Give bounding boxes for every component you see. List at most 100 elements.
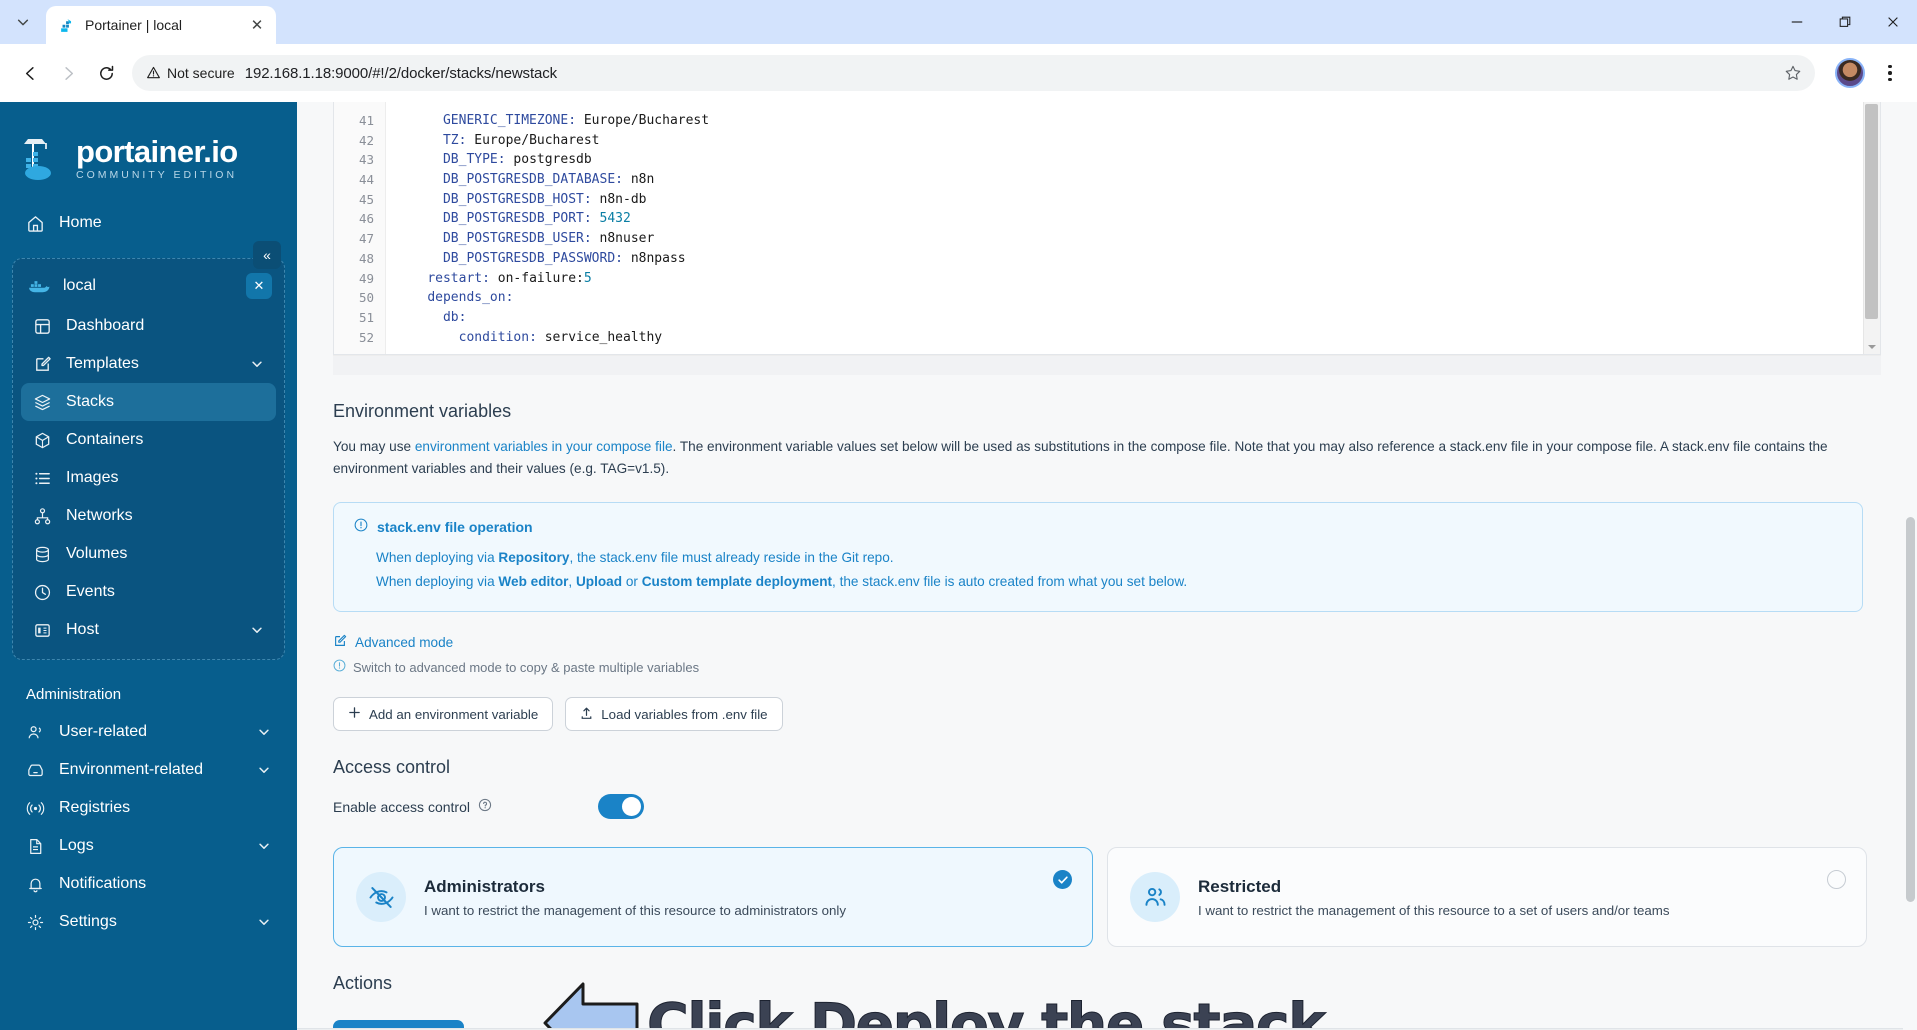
sidebar-item-label: Settings: [59, 913, 117, 930]
sidebar-item-containers[interactable]: Containers: [21, 421, 276, 459]
page-scrollbar[interactable]: [1903, 102, 1917, 1030]
sidebar-item-label: Dashboard: [66, 317, 145, 334]
sidebar-item-label: Registries: [59, 799, 131, 816]
compose-env-vars-link[interactable]: environment variables in your compose fi…: [415, 439, 673, 454]
sidebar-item-label: Images: [66, 469, 119, 486]
access-option-description: I want to restrict the management of thi…: [424, 902, 846, 918]
reload-button[interactable]: [88, 55, 124, 91]
browser-tab-strip: Portainer | local ✕: [0, 0, 1917, 44]
info-circle-icon: [333, 659, 346, 675]
sidebar-item-images[interactable]: Images: [21, 459, 276, 497]
avatar[interactable]: [1835, 58, 1865, 88]
forward-button[interactable]: [50, 55, 86, 91]
enable-access-control-label-group: Enable access control: [333, 798, 598, 815]
images-list-icon: [33, 469, 52, 488]
add-environment-variable-button[interactable]: Add an environment variable: [333, 697, 554, 732]
stacks-layers-icon: [33, 393, 52, 412]
back-button[interactable]: [12, 55, 48, 91]
sidebar-item-networks[interactable]: Networks: [21, 497, 276, 535]
sidebar-item-templates[interactable]: Templates: [21, 345, 276, 383]
advanced-mode-note-text: Switch to advanced mode to copy & paste …: [353, 659, 700, 675]
editor-footer: [333, 355, 1881, 375]
volumes-database-icon: [33, 545, 52, 564]
chevron-down-icon[interactable]: [257, 763, 271, 777]
bookmark-star-icon[interactable]: [1777, 57, 1809, 89]
chevron-down-icon[interactable]: [250, 357, 264, 371]
editor-line-number: 49: [358, 270, 374, 286]
advanced-mode-toggle[interactable]: Advanced mode: [333, 634, 1881, 651]
chevron-down-icon[interactable]: [250, 623, 264, 637]
close-icon[interactable]: ✕: [246, 14, 268, 36]
editor-scrollbar[interactable]: [1863, 102, 1880, 354]
info-box-heading: stack.env file operation: [354, 518, 1842, 535]
compose-code-editor[interactable]: 41 42 43 44 45 46 47 48 49 50 51 52 GENERIC_TIMEZON…: [333, 102, 1881, 355]
page-scrollbar-thumb[interactable]: [1906, 517, 1915, 902]
editor-line-number: 41: [358, 113, 374, 128]
environment-group: local ✕ Dashboard Templates Stacks Conta…: [12, 258, 285, 660]
editor-code-line: DB_POSTGRESDB_DATABASE: n8n: [442, 172, 655, 188]
radio-selected-icon[interactable]: [1053, 870, 1072, 890]
editor-code-line: DB_POSTGRESDB_PASSWORD: n8npass: [442, 250, 686, 266]
tab-search-area: [0, 0, 46, 44]
chevron-down-icon[interactable]: [257, 839, 271, 853]
editor-line-number: 46: [358, 211, 374, 227]
browser-tab[interactable]: Portainer | local ✕: [46, 6, 276, 44]
chevron-down-icon[interactable]: [9, 8, 37, 36]
sidebar-item-label: Containers: [66, 431, 144, 448]
app-shell: portainer.io COMMUNITY EDITION « Home lo…: [0, 102, 1917, 1030]
access-option-title: Administrators: [424, 876, 545, 896]
security-indicator[interactable]: Not secure: [146, 65, 245, 81]
editor-line-number: 42: [358, 132, 374, 148]
editor-code-line: GENERIC_TIMEZONE: Europe/Bucharest: [442, 113, 710, 128]
environment-variables-description: You may use environment variables in you…: [333, 439, 1828, 477]
editor-line-number: 43: [358, 152, 374, 168]
access-option-restricted[interactable]: Restricted I want to restrict the manage…: [1107, 847, 1867, 948]
sidebar-item-environment-related[interactable]: Environment-related: [14, 751, 283, 789]
gear-icon: [26, 913, 45, 932]
sidebar-item-notifications[interactable]: Notifications: [14, 865, 283, 903]
kebab-menu-icon[interactable]: [1875, 56, 1905, 90]
editor-code-line: DB_TYPE: postgresdb: [442, 152, 592, 168]
radio-unselected-icon[interactable]: [1827, 870, 1846, 890]
sidebar-item-user-related[interactable]: User-related: [14, 713, 283, 751]
access-control-section: Access control Enable access control Adm…: [297, 757, 1917, 948]
editor-code-area[interactable]: GENERIC_TIMEZONE: Europe/Bucharest TZ: E…: [386, 102, 1880, 354]
maximize-button[interactable]: [1821, 0, 1869, 44]
editor-code-line: depends_on:: [427, 290, 514, 306]
url-text: 192.168.1.18:9000/#!/2/docker/stacks/new…: [244, 64, 558, 82]
close-icon[interactable]: ✕: [246, 273, 272, 299]
sidebar-section-administration: Administration: [26, 686, 122, 703]
editor-code-line: DB_POSTGRESDB_PORT: 5432: [442, 211, 631, 227]
sidebar-item-host[interactable]: Host: [21, 611, 276, 649]
chevron-down-icon[interactable]: [257, 725, 271, 739]
enable-access-control-toggle[interactable]: [598, 794, 644, 820]
editor-line-number: 44: [358, 172, 374, 188]
sidebar-item-registries[interactable]: Registries: [14, 789, 283, 827]
add-environment-variable-label: Add an environment variable: [369, 706, 539, 722]
environment-header[interactable]: local ✕: [13, 265, 284, 307]
sidebar-item-home[interactable]: Home: [14, 204, 283, 242]
sidebar-collapse-button[interactable]: «: [253, 241, 281, 269]
chevron-down-icon[interactable]: [257, 915, 271, 929]
sidebar-item-events[interactable]: Events: [21, 573, 276, 611]
minimize-button[interactable]: [1773, 0, 1821, 44]
sidebar-item-settings[interactable]: Settings: [14, 903, 283, 941]
question-circle-icon[interactable]: [478, 798, 492, 815]
editor-code-line: DB_POSTGRESDB_USER: n8nuser: [442, 231, 655, 247]
sidebar-item-stacks[interactable]: Stacks: [21, 383, 276, 421]
editor-code-line: db:: [442, 309, 467, 325]
actions-section: Actions Deploy the stack Click Deploy th…: [297, 973, 1917, 1030]
access-control-options: Administrators I want to restrict the ma…: [333, 847, 1867, 948]
sidebar-item-logs[interactable]: Logs: [14, 827, 283, 865]
environment-label: local: [63, 277, 96, 294]
editor-line-numbers: 41 42 43 44 45 46 47 48 49 50 51 52: [334, 102, 386, 354]
environment-variables-section: Environment variables You may use enviro…: [297, 401, 1917, 732]
close-window-button[interactable]: [1869, 0, 1917, 44]
access-option-administrators[interactable]: Administrators I want to restrict the ma…: [333, 847, 1093, 948]
brand-logo-block[interactable]: portainer.io COMMUNITY EDITION: [0, 108, 297, 182]
editor-scrollbar-thumb[interactable]: [1865, 104, 1878, 319]
sidebar-item-dashboard[interactable]: Dashboard: [21, 307, 276, 345]
load-variables-from-env-button[interactable]: Load variables from .env file: [565, 697, 783, 732]
sidebar-item-volumes[interactable]: Volumes: [21, 535, 276, 573]
address-bar[interactable]: Not secure 192.168.1.18:9000/#!/2/docker…: [132, 55, 1815, 91]
